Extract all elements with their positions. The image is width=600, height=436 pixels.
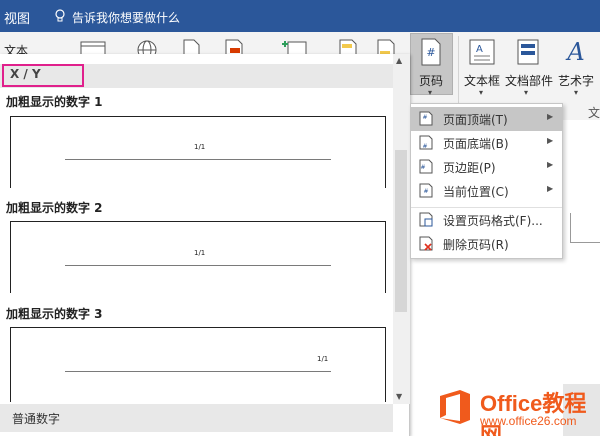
svg-text:#: #: [420, 164, 425, 171]
remove-page-numbers-icon: [419, 236, 433, 251]
gallery-section-title: 加粗显示的数字 1: [6, 95, 103, 109]
scroll-down-arrow-icon[interactable]: ▼: [396, 392, 402, 401]
page-number-label: 页码: [419, 74, 444, 88]
sample-header-rule: [65, 159, 331, 160]
svg-text:#: #: [426, 46, 435, 59]
menu-item-label: 当前位置(C): [443, 185, 509, 199]
menu-item-remove-page-numbers[interactable]: 删除页码(R): [411, 232, 562, 256]
logo-url: www.office26.com: [480, 414, 577, 428]
ribbon-group-label: 文: [588, 106, 600, 120]
sample-header-rule: [65, 265, 331, 266]
textbox-dropdown-arrow: ▾: [479, 88, 484, 97]
page-margin-corner: [570, 213, 600, 243]
ribbon-separator: [458, 36, 459, 106]
submenu-arrow-icon: ▶: [547, 136, 554, 145]
wordart-icon[interactable]: A: [562, 36, 590, 66]
sample-page-number: 1/1: [317, 355, 329, 363]
quick-parts-dropdown-arrow: ▾: [524, 88, 529, 97]
svg-text:#: #: [422, 143, 427, 150]
textbox-icon[interactable]: A: [468, 38, 496, 66]
menu-item-label: 页面顶端(T): [443, 113, 508, 127]
gallery-section-title: 加粗显示的数字 3: [6, 307, 103, 321]
tab-view[interactable]: 视图: [4, 8, 30, 27]
menu-item-label: 页边距(P): [443, 161, 496, 175]
page-number-dropdown-arrow: ▾: [428, 88, 433, 97]
svg-text:#: #: [423, 188, 428, 195]
menu-item-label: 设置页码格式(F)...: [443, 214, 543, 228]
gallery-item-bold-number-1[interactable]: 1/1: [10, 116, 386, 188]
page-margins-icon: #: [419, 159, 433, 174]
bottom-of-page-icon: #: [419, 135, 433, 150]
gallery-footer-label: 普通数字: [12, 412, 61, 426]
document-page: [563, 120, 600, 384]
submenu-arrow-icon: ▶: [547, 184, 554, 193]
menu-item-current-position[interactable]: # 当前位置(C) ▶: [411, 179, 562, 203]
svg-text:#: #: [422, 114, 427, 121]
quick-parts-icon[interactable]: [514, 38, 542, 66]
sample-page-number: 1/1: [194, 249, 206, 257]
menu-item-format-page-numbers[interactable]: 设置页码格式(F)...: [411, 208, 562, 232]
office-logo-icon: [440, 390, 470, 424]
page-number-icon: #: [421, 38, 441, 66]
page-number-menu: # 页面顶端(T) ▶ # 页面底端(B) ▶ # 页边距(P) ▶ # 当前位…: [410, 103, 563, 259]
menu-separator: [411, 207, 562, 208]
menu-item-top-of-page[interactable]: # 页面顶端(T) ▶: [411, 107, 562, 131]
tell-me-search[interactable]: 告诉我你想要做什么: [72, 9, 180, 26]
top-of-page-icon: #: [419, 111, 433, 126]
lightbulb-icon: [55, 9, 65, 22]
logo-text: Office教程网: [480, 391, 587, 436]
highlight-box: [2, 64, 84, 87]
menu-item-label: 删除页码(R): [443, 238, 509, 252]
wordart-dropdown-arrow: ▾: [574, 88, 579, 97]
submenu-arrow-icon: ▶: [547, 160, 554, 169]
current-position-icon: #: [419, 183, 433, 198]
gallery-item-bold-number-2[interactable]: 1/1: [10, 221, 386, 293]
svg-text:A: A: [565, 38, 584, 66]
scroll-up-arrow-icon[interactable]: ▲: [396, 56, 402, 65]
menu-item-label: 页面底端(B): [443, 137, 509, 151]
menu-item-bottom-of-page[interactable]: # 页面底端(B) ▶: [411, 131, 562, 155]
svg-text:A: A: [476, 44, 483, 55]
sample-header-rule: [65, 371, 331, 372]
sample-page-number: 1/1: [194, 143, 206, 151]
format-page-numbers-icon: [419, 212, 433, 227]
wordart-label: 艺术字: [558, 74, 595, 88]
submenu-arrow-icon: ▶: [547, 112, 554, 121]
quick-parts-label: 文档部件: [505, 74, 554, 88]
gallery-item-bold-number-3[interactable]: 1/1: [10, 327, 386, 402]
scrollbar-thumb[interactable]: [395, 150, 407, 312]
gallery-section-title: 加粗显示的数字 2: [6, 201, 103, 215]
textbox-label: 文本框: [464, 74, 501, 88]
menu-item-page-margins[interactable]: # 页边距(P) ▶: [411, 155, 562, 179]
